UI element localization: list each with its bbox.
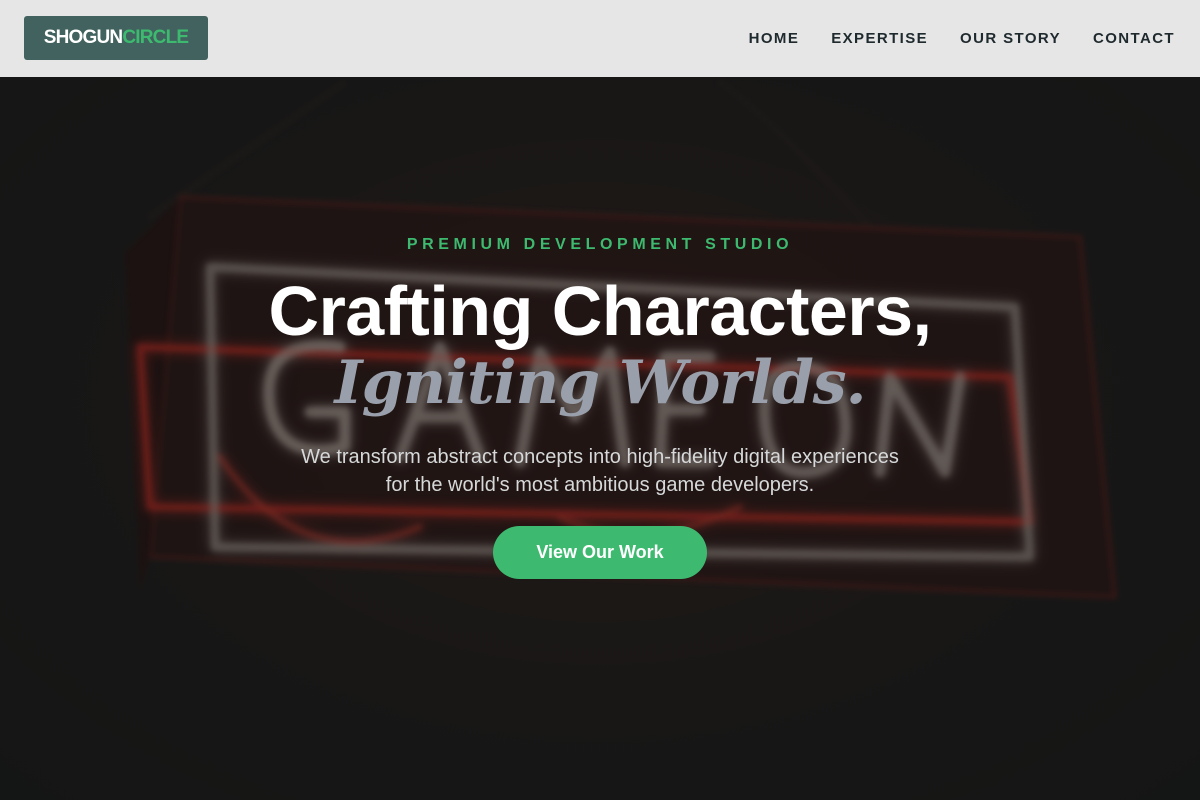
brand-logo[interactable]: SHOGUN CIRCLE bbox=[24, 16, 208, 60]
site-header: SHOGUN CIRCLE HOME EXPERTISE OUR STORY CO… bbox=[0, 0, 1200, 77]
brand-name-part2: CIRCLE bbox=[122, 27, 189, 48]
hero-content: PREMIUM DEVELOPMENT STUDIO Crafting Char… bbox=[0, 77, 1200, 800]
brand-name-part1: SHOGUN bbox=[43, 27, 123, 48]
hero-description: We transform abstract concepts into high… bbox=[250, 443, 950, 499]
hero-section: PREMIUM DEVELOPMENT STUDIO Crafting Char… bbox=[0, 77, 1200, 800]
nav-item-expertise[interactable]: EXPERTISE bbox=[831, 30, 928, 47]
hero-headline: Crafting Characters, bbox=[268, 272, 932, 350]
nav-item-contact[interactable]: CONTACT bbox=[1093, 30, 1175, 47]
hero-description-line1: We transform abstract concepts into high… bbox=[301, 446, 899, 468]
hero-eyebrow: PREMIUM DEVELOPMENT STUDIO bbox=[406, 236, 794, 253]
view-our-work-button[interactable]: View Our Work bbox=[493, 526, 707, 579]
hero-headline-accent: Igniting Worlds. bbox=[334, 348, 867, 418]
main-nav: HOME EXPERTISE OUR STORY CONTACT bbox=[749, 0, 1175, 77]
hero-description-line2: for the world's most ambitious game deve… bbox=[385, 474, 815, 496]
nav-item-home[interactable]: HOME bbox=[749, 30, 800, 47]
nav-item-our-story[interactable]: OUR STORY bbox=[960, 30, 1061, 47]
